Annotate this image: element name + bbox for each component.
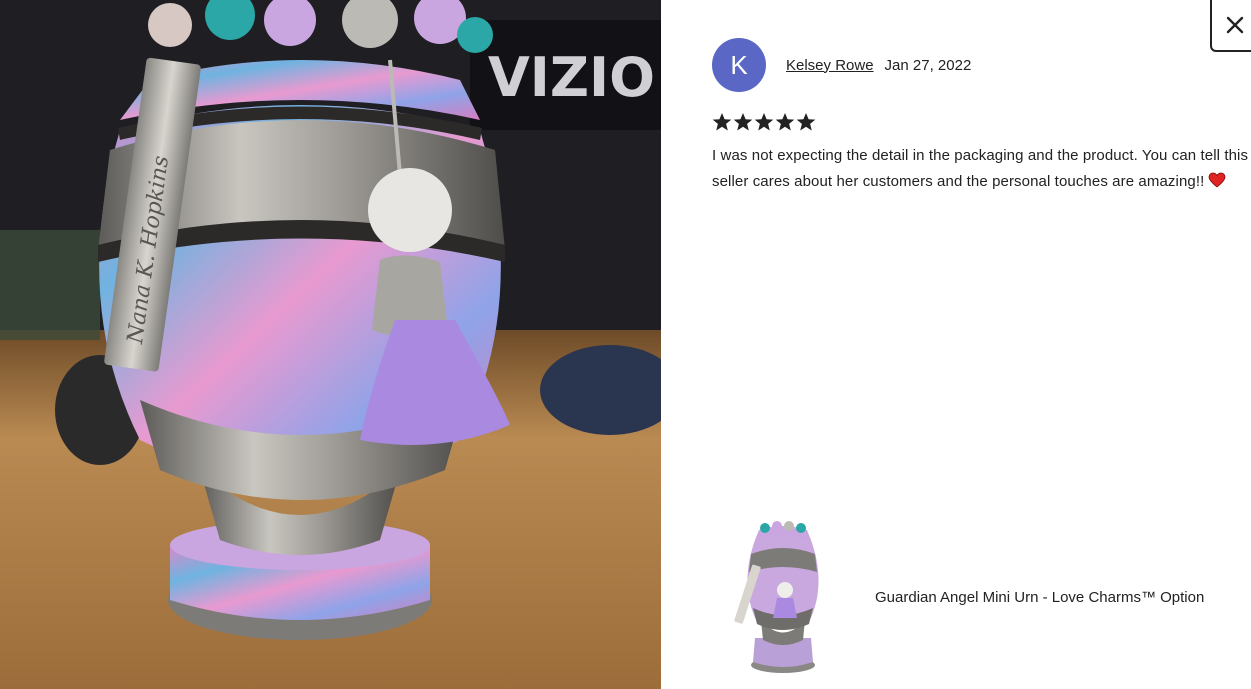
star-icon — [796, 113, 816, 131]
star-icon — [733, 113, 753, 131]
vizio-logo: VIZIO — [488, 46, 655, 109]
review-photo: VIZIO Nana K. Hopkins — [0, 0, 661, 689]
star-icon — [775, 113, 795, 131]
star-rating — [712, 112, 816, 132]
product-card[interactable]: Guardian Angel Mini Urn - Love Charms™ O… — [731, 520, 1204, 675]
urn-photo-illustration: VIZIO Nana K. Hopkins — [0, 0, 661, 689]
product-title-link[interactable]: Guardian Angel Mini Urn - Love Charms™ O… — [875, 589, 1204, 606]
star-icon — [712, 113, 732, 131]
reviewer-header: K Kelsey Rowe Jan 27, 2022 — [712, 38, 971, 92]
close-icon — [1226, 16, 1244, 34]
review-body: I was not expecting the detail in the pa… — [712, 143, 1251, 195]
review-date: Jan 27, 2022 — [884, 56, 972, 74]
heart-icon — [1208, 172, 1226, 188]
avatar: K — [712, 38, 766, 92]
reviewer-name-link[interactable]: Kelsey Rowe — [786, 57, 874, 74]
close-button[interactable] — [1210, 0, 1251, 52]
review-panel: K Kelsey Rowe Jan 27, 2022 I was not exp… — [661, 0, 1251, 689]
product-thumbnail[interactable] — [731, 520, 831, 675]
review-text: I was not expecting the detail in the pa… — [712, 147, 1249, 190]
star-icon — [754, 113, 774, 131]
